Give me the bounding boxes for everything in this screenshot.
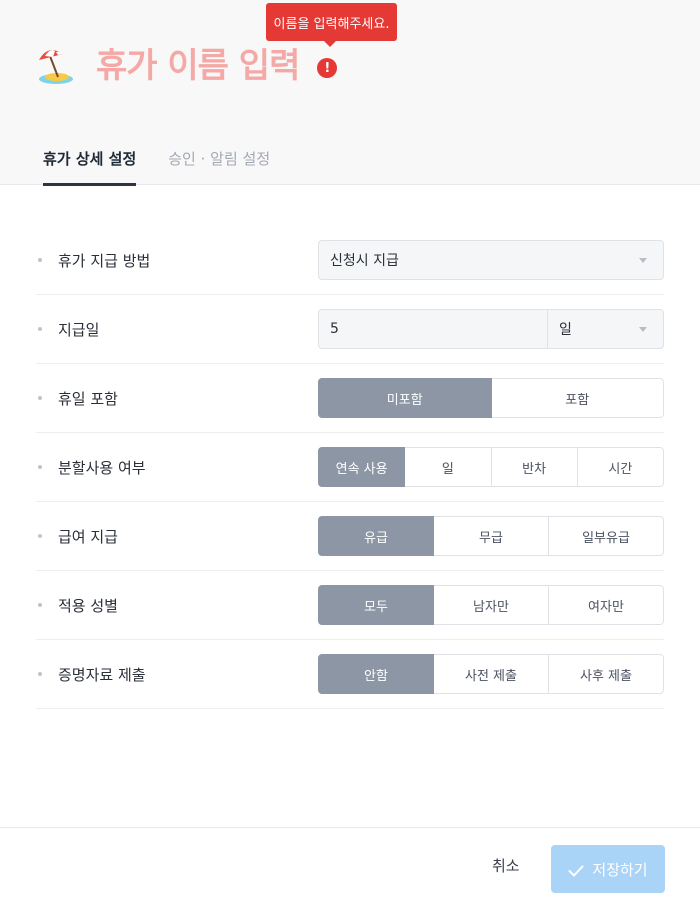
include-holidays-segment: 미포함 포함 <box>318 378 664 418</box>
proof-control: 안함 사전 제출 사후 제출 <box>318 654 664 694</box>
tab-bar: 휴가 상세 설정 승인 · 알림 설정 <box>43 130 302 186</box>
tab-approval-notification[interactable]: 승인 · 알림 설정 <box>168 130 270 185</box>
bullet <box>38 258 42 262</box>
grant-days-input[interactable]: 5 <box>318 309 547 349</box>
bullet <box>38 465 42 469</box>
gender-label: 적용 성별 <box>58 596 118 615</box>
segment-option[interactable]: 연속 사용 <box>318 447 406 487</box>
save-button[interactable]: 저장하기 <box>551 845 665 893</box>
modal-footer: 취소 저장하기 <box>0 827 700 903</box>
proof-segment: 안함 사전 제출 사후 제출 <box>318 654 664 694</box>
split-use-control: 연속 사용 일 반차 시간 <box>318 447 664 487</box>
segment-option[interactable]: 유급 <box>318 516 434 556</box>
form-row-grant-method: 휴가 지급 방법 신청시 지급 <box>36 226 664 295</box>
segment-option[interactable]: 사전 제출 <box>434 654 549 694</box>
settings-form: 휴가 지급 방법 신청시 지급 지급일 5 일 휴일 포함 미포함 포함 분할사… <box>36 226 664 709</box>
segment-option[interactable]: 포함 <box>491 378 664 418</box>
bullet <box>38 534 42 538</box>
title-row: 휴가 이름 입력 ! <box>36 44 338 88</box>
form-row-proof: 증명자료 제출 안함 사전 제출 사후 제출 <box>36 640 664 709</box>
grant-method-control: 신청시 지급 <box>318 240 664 280</box>
save-label: 저장하기 <box>592 860 648 879</box>
form-row-pay: 급여 지급 유급 무급 일부유급 <box>36 502 664 571</box>
vacation-name-title[interactable]: 휴가 이름 입력 <box>96 44 300 88</box>
bullet <box>38 327 42 331</box>
segment-option[interactable]: 여자만 <box>549 585 664 625</box>
grant-method-label: 휴가 지급 방법 <box>58 251 151 270</box>
pay-segment: 유급 무급 일부유급 <box>318 516 664 556</box>
include-holidays-label: 휴일 포함 <box>58 389 118 408</box>
segment-option[interactable]: 시간 <box>577 447 664 487</box>
pay-control: 유급 무급 일부유급 <box>318 516 664 556</box>
segment-option[interactable]: 무급 <box>434 516 549 556</box>
gender-control: 모두 남자만 여자만 <box>318 585 664 625</box>
form-row-gender: 적용 성별 모두 남자만 여자만 <box>36 571 664 640</box>
segment-option[interactable]: 모두 <box>318 585 434 625</box>
form-row-grant-days: 지급일 5 일 <box>36 295 664 364</box>
segment-option[interactable]: 일 <box>405 447 492 487</box>
form-row-include-holidays: 휴일 포함 미포함 포함 <box>36 364 664 433</box>
bullet <box>38 672 42 676</box>
include-holidays-control: 미포함 포함 <box>318 378 664 418</box>
segment-option[interactable]: 일부유급 <box>549 516 664 556</box>
proof-label: 증명자료 제출 <box>58 665 146 684</box>
error-tooltip: 이름을 입력해주세요. <box>266 3 397 47</box>
gender-segment: 모두 남자만 여자만 <box>318 585 664 625</box>
unit-select[interactable]: 일 <box>547 309 664 349</box>
grant-days-label: 지급일 <box>58 320 100 339</box>
segment-option[interactable]: 반차 <box>491 447 578 487</box>
bullet <box>38 603 42 607</box>
form-row-split-use: 분할사용 여부 연속 사용 일 반차 시간 <box>36 433 664 502</box>
segment-option[interactable]: 미포함 <box>318 378 492 418</box>
cancel-button[interactable]: 취소 <box>492 855 520 876</box>
segment-option[interactable]: 안함 <box>318 654 434 694</box>
grant-days-group: 5 일 <box>318 309 664 349</box>
tab-vacation-detail[interactable]: 휴가 상세 설정 <box>43 130 137 186</box>
chevron-down-icon <box>639 327 647 332</box>
grant-days-control: 5 일 <box>318 309 664 349</box>
beach-umbrella-icon <box>36 46 76 86</box>
split-use-segment: 연속 사용 일 반차 시간 <box>318 447 664 487</box>
bullet <box>38 396 42 400</box>
check-icon <box>568 863 584 877</box>
segment-option[interactable]: 남자만 <box>434 585 549 625</box>
segment-option[interactable]: 사후 제출 <box>549 654 664 694</box>
grant-method-value: 신청시 지급 <box>330 253 399 269</box>
error-icon: ! <box>317 58 338 78</box>
split-use-label: 분할사용 여부 <box>58 458 146 477</box>
pay-label: 급여 지급 <box>58 527 118 546</box>
chevron-down-icon <box>639 258 647 263</box>
grant-method-select[interactable]: 신청시 지급 <box>318 240 664 280</box>
modal-header: 휴가 이름 입력 ! 이름을 입력해주세요. 휴가 상세 설정 승인 · 알림 … <box>0 0 700 186</box>
unit-value: 일 <box>559 322 572 338</box>
